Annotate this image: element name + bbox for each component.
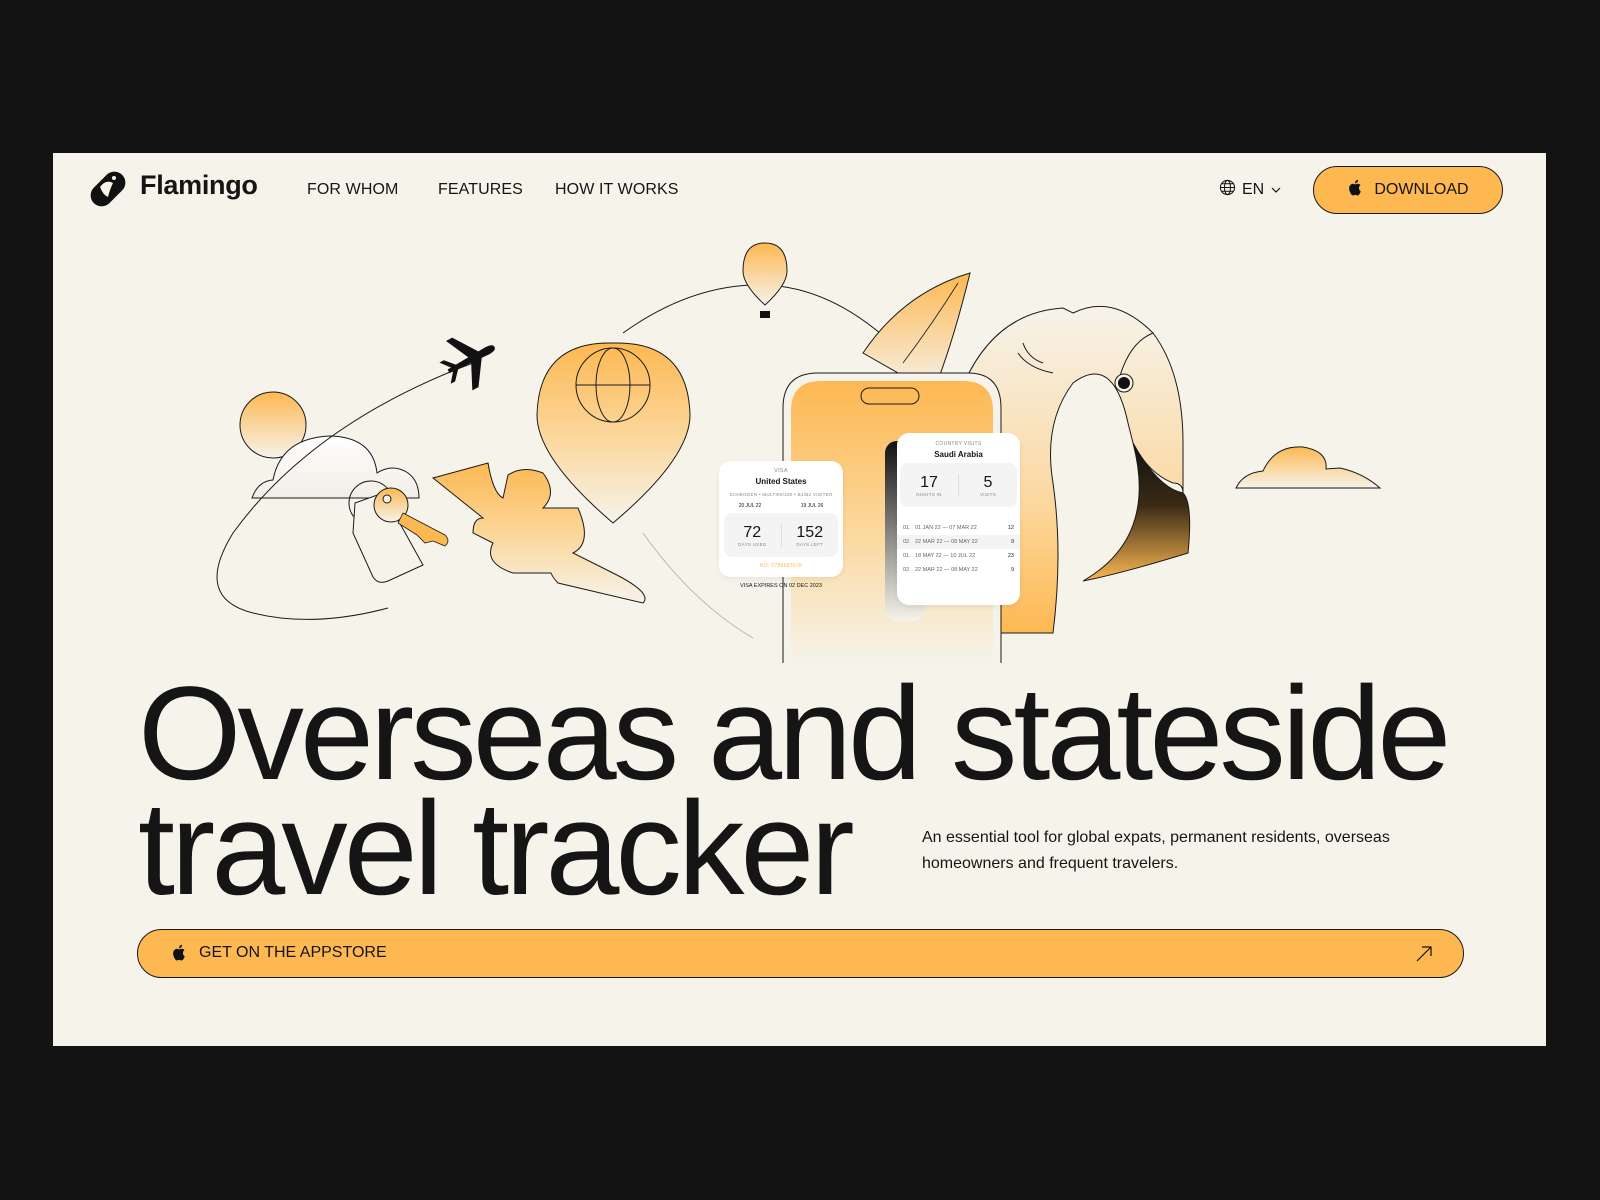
visa-start-date: 20 JUL 22: [738, 503, 762, 509]
language-selector[interactable]: EN: [1219, 179, 1282, 201]
flamingo-logo-icon[interactable]: [86, 167, 130, 211]
appstore-button[interactable]: GET ON THE APPSTORE: [137, 929, 1464, 978]
apple-icon: [171, 944, 186, 966]
visa-number: NO: 0786687678: [759, 563, 803, 569]
country-visits-card: COUNTRY VISITS Saudi Arabia 17 NIGHTS IN…: [897, 433, 1020, 605]
nav-features[interactable]: FEATURES: [438, 181, 523, 199]
visit-row: 02. 22 MAR 22 — 08 MAY 22 9: [903, 567, 1014, 573]
visa-kicker: VISA: [774, 468, 788, 474]
nav-for-whom[interactable]: FOR WHOM: [307, 181, 398, 199]
nav-how-it-works[interactable]: HOW IT WORKS: [555, 181, 679, 199]
hot-air-balloon-icon: [742, 242, 788, 318]
hero-description: An essential tool for global expats, per…: [922, 829, 1390, 872]
visits-label: VISITS: [979, 491, 997, 497]
apple-icon: [1347, 179, 1362, 201]
brand-name[interactable]: Flamingo: [140, 170, 258, 201]
visit-row: 01. 18 MAY 22 — 10 JUL 22 23: [903, 553, 1014, 559]
visits-kicker: COUNTRY VISITS: [935, 441, 982, 447]
visits-value: 5: [983, 473, 993, 491]
days-left-label: DAYS LEFT: [796, 541, 824, 547]
download-button[interactable]: DOWNLOAD: [1313, 166, 1503, 214]
nights-value: 17: [920, 473, 938, 491]
days-used-label: DAYS USED: [738, 541, 767, 547]
location-pin-icon: [536, 342, 691, 524]
visa-card: VISA United States SCHENGEN • MULTI90/18…: [719, 461, 843, 577]
visa-details: SCHENGEN • MULTI90/180 • B1/B2 VISITER: [729, 492, 833, 497]
headline-line-2: travel tracker: [138, 775, 855, 923]
days-used-value: 72: [743, 523, 762, 541]
cloud-right-icon: [1235, 446, 1382, 489]
airplane-icon: [439, 337, 495, 391]
visa-country: United States: [755, 477, 807, 486]
arrow-up-right-icon: [1416, 945, 1433, 967]
days-left-value: 152: [796, 523, 824, 541]
visits-country: Saudi Arabia: [934, 450, 983, 459]
appstore-label: GET ON THE APPSTORE: [199, 944, 387, 961]
visa-end-date: 19 JUL 26: [800, 503, 824, 509]
download-label: DOWNLOAD: [1374, 181, 1469, 198]
visit-row: 02. 22 MAR 22 — 08 MAY 22 9: [897, 535, 1020, 549]
globe-icon: [1219, 179, 1236, 201]
nights-label: NIGHTS IN: [916, 491, 942, 497]
language-value: EN: [1242, 181, 1265, 198]
visit-row: 01. 01 JAN 22 — 07 MAR 22 12: [903, 525, 1014, 531]
chevron-down-icon: [1270, 181, 1282, 199]
landing-page: Flamingo FOR WHOM FEATURES HOW IT WORKS …: [53, 153, 1546, 1046]
visa-expiry: VISA EXPIRES ON 02 DEC 2023: [740, 583, 822, 589]
